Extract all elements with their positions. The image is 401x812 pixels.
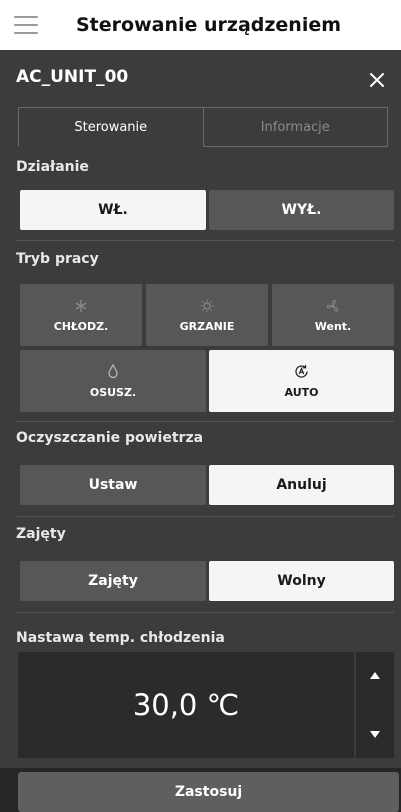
device-control-panel: AC_UNIT_00 Sterowanie Informacje Działan… — [0, 50, 401, 812]
menu-icon[interactable] — [14, 16, 38, 34]
vacant-button[interactable]: Wolny — [209, 561, 394, 601]
air-purification-set-button[interactable]: Ustaw — [20, 465, 206, 505]
power-off-button[interactable]: WYŁ. — [209, 190, 394, 230]
setpoint-value: 30,0 ℃ — [18, 652, 354, 758]
mode-heat-button[interactable]: GRZANIE — [146, 284, 268, 346]
close-icon[interactable] — [368, 71, 386, 89]
setpoint-label: Nastawa temp. chłodzenia — [16, 630, 225, 646]
divider — [16, 516, 394, 517]
tab-info[interactable]: Informacje — [202, 107, 388, 147]
air-purification-label: Oczyszczanie powietrza — [16, 430, 204, 446]
tab-control[interactable]: Sterowanie — [18, 107, 203, 147]
occupied-button[interactable]: Zajęty — [20, 561, 206, 601]
auto-icon — [294, 364, 309, 380]
setpoint-stepper — [356, 652, 394, 758]
top-bar: Sterowanie urządzeniem — [0, 0, 401, 50]
mode-label: Tryb pracy — [16, 251, 99, 267]
divider — [16, 240, 394, 241]
divider — [16, 421, 394, 422]
apply-button[interactable]: Zastosuj — [18, 772, 399, 812]
mode-auto-button[interactable]: AUTO — [209, 350, 394, 412]
droplet-icon — [107, 364, 119, 380]
operation-label: Działanie — [16, 159, 89, 175]
divider — [16, 612, 394, 613]
mode-heat-label: GRZANIE — [179, 319, 235, 333]
sun-icon — [200, 298, 214, 314]
mode-auto-label: AUTO — [284, 385, 319, 399]
mode-cool-button[interactable]: CHŁODZ. — [20, 284, 142, 346]
unit-name: AC_UNIT_00 — [16, 67, 129, 87]
occupancy-label: Zajęty — [16, 526, 66, 542]
tab-bar: Sterowanie Informacje — [18, 107, 388, 147]
decrease-temperature-button[interactable] — [370, 731, 380, 738]
air-purification-cancel-button[interactable]: Anuluj — [209, 465, 394, 505]
power-on-button[interactable]: WŁ. — [20, 190, 206, 230]
fan-icon — [326, 298, 340, 314]
mode-fan-button[interactable]: Went. — [272, 284, 394, 346]
mode-cool-label: CHŁODZ. — [53, 319, 109, 333]
mode-dry-button[interactable]: OSUSZ. — [20, 350, 206, 412]
increase-temperature-button[interactable] — [370, 672, 380, 679]
mode-fan-label: Went. — [314, 319, 352, 333]
page-title: Sterowanie urządzeniem — [76, 14, 342, 36]
snowflake-icon — [74, 298, 88, 314]
mode-dry-label: OSUSZ. — [89, 385, 137, 399]
